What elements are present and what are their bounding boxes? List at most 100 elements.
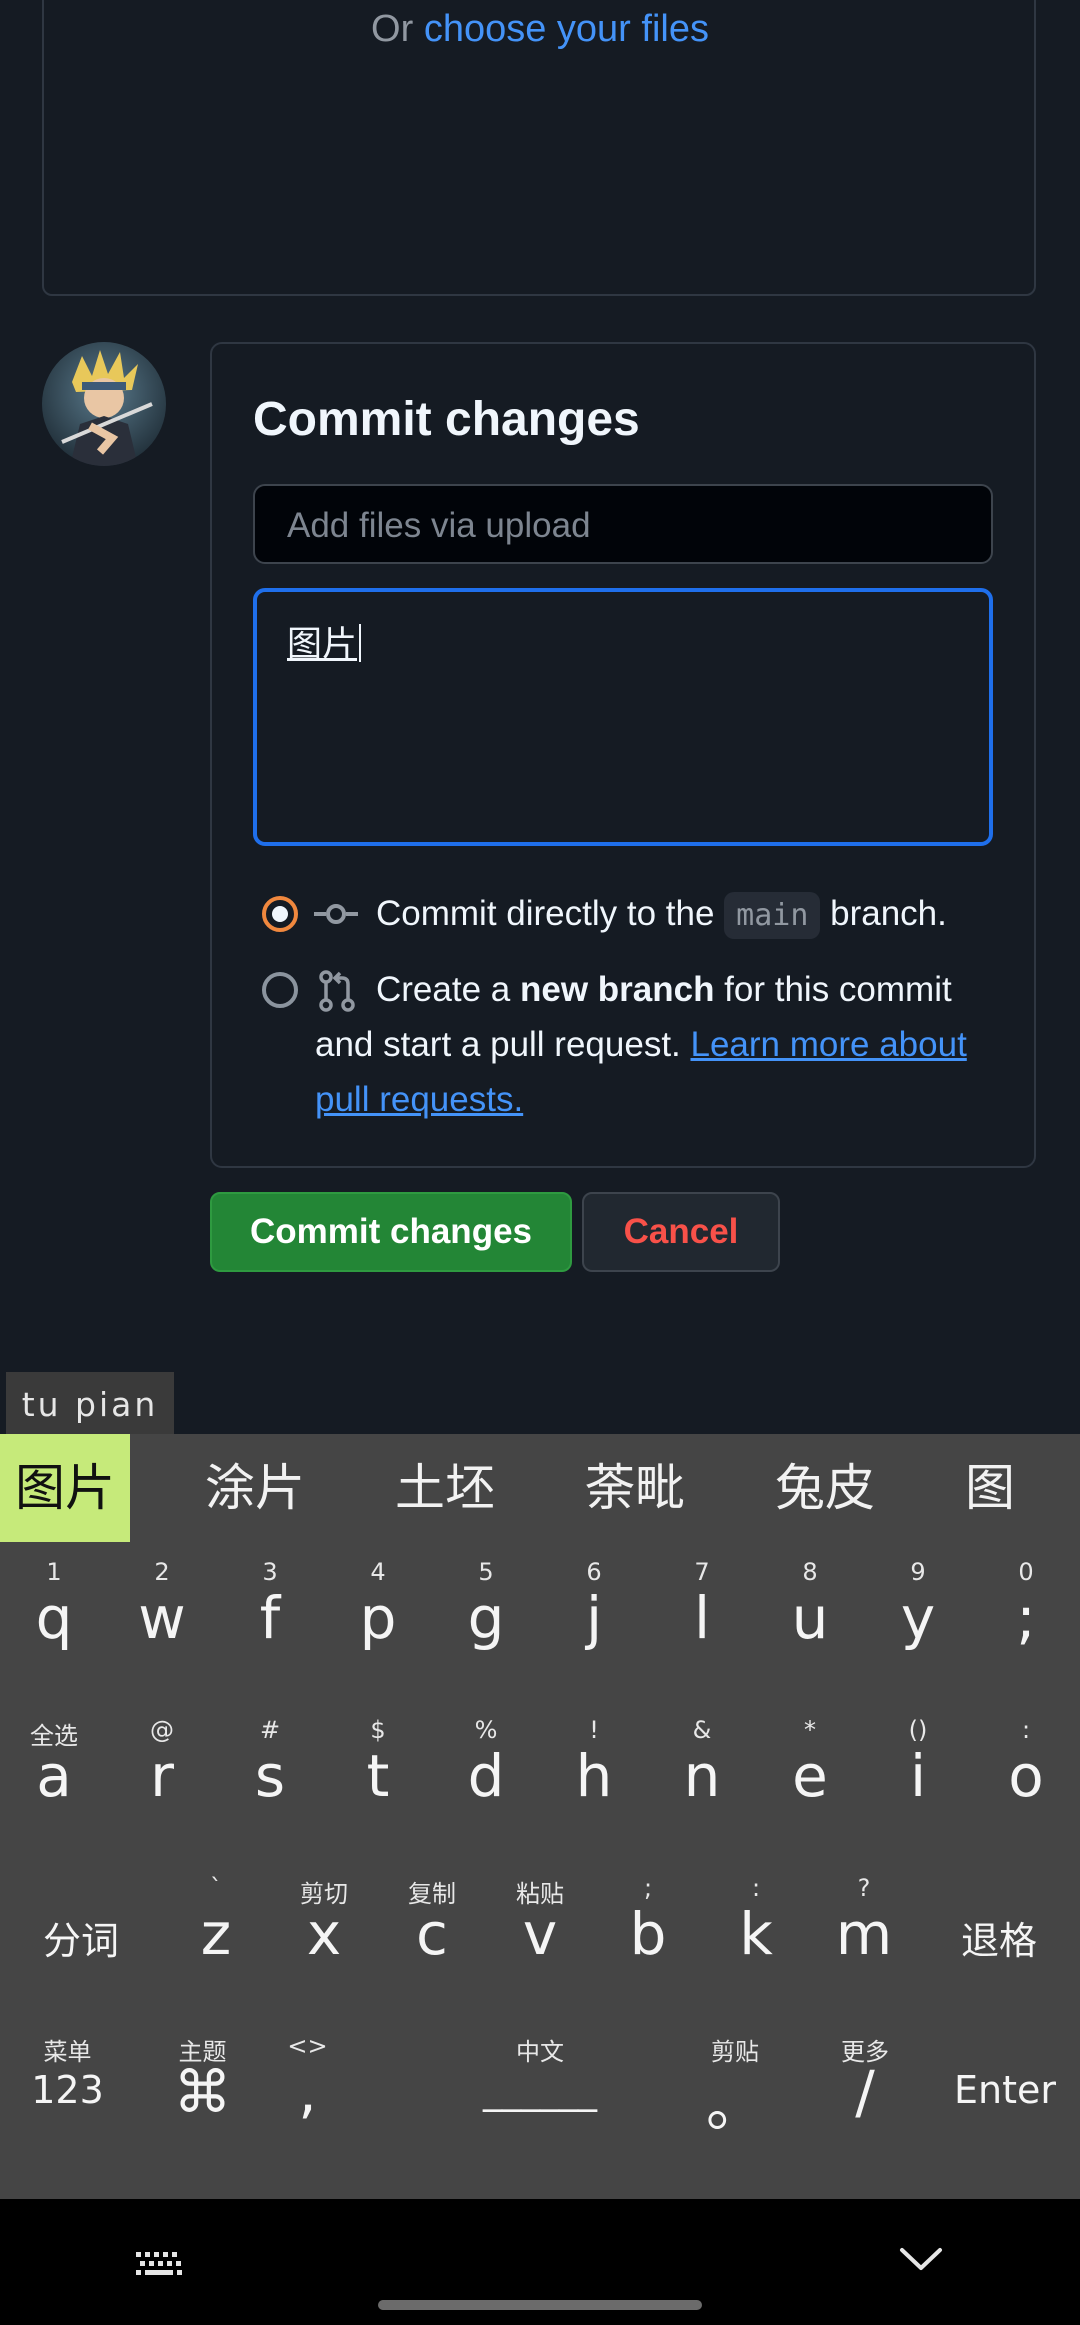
key-row2-1[interactable]: @ r [108,1708,216,1858]
key-label: t [366,1742,390,1810]
key-row2-4[interactable]: % d [432,1708,540,1858]
key-hint: % [474,1716,498,1744]
key-label: 退格 [960,1919,1037,1963]
key-row4-3[interactable]: 中文 ______ [430,2024,650,2174]
key-row3-2[interactable]: 剪切 x [270,1866,378,2016]
key-label: h [575,1742,613,1810]
candidate-1[interactable]: 涂片 [190,1434,320,1542]
commit-title: Commit changes [253,393,640,446]
choose-files-link[interactable]: choose your files [424,8,709,50]
key-row1-2[interactable]: 3f [216,1550,324,1700]
text-caret [359,624,362,662]
key-label: a [36,1742,72,1810]
key-row3-8[interactable]: 退格 [918,1866,1080,2016]
key-hint: 6 [586,1558,602,1586]
key-row3-3[interactable]: 复制 c [378,1866,486,2016]
key-row4-0[interactable]: 菜单 123 [0,2024,135,2174]
key-hint: 8 [802,1558,818,1586]
key-row1-8[interactable]: 9y [864,1550,972,1700]
key-label: o [1008,1742,1044,1810]
key-label: l [693,1584,711,1652]
candidate-5[interactable]: 图 [940,1434,1040,1542]
key-hint: : [1021,1716,1031,1744]
key-label: , [298,2058,317,2126]
key-label: ; [1016,1584,1036,1652]
key-row2-9[interactable]: :o [972,1708,1080,1858]
key-hint: 2 [154,1558,170,1586]
key-row1-9[interactable]: 0; [972,1550,1080,1700]
key-label: q [35,1584,73,1652]
key-label: p [359,1584,397,1652]
key-label: z [200,1900,232,1968]
key-hint: & [692,1716,712,1744]
candidate-4[interactable]: 兔皮 [760,1434,890,1542]
key-row4-6[interactable]: Enter [930,2024,1080,2174]
key-hint: @ [150,1716,174,1744]
key-row1-4[interactable]: 5g [432,1550,540,1700]
key-row1-7[interactable]: 8u [756,1550,864,1700]
option-commit-directly[interactable]: Commit directly to the main branch. [376,886,947,943]
key-row3-6[interactable]: :k [702,1866,810,2016]
pinyin-composition: tu pian [6,1372,174,1434]
key-row2-7[interactable]: * e [756,1708,864,1858]
key-label: e [792,1742,828,1810]
key-row1-6[interactable]: 7l [648,1550,756,1700]
key-label: v [522,1900,558,1968]
key-row3-7[interactable]: ? m [810,1866,918,2016]
avatar [42,342,166,466]
key-hint: 1 [46,1558,62,1586]
key-row2-8[interactable]: () i [864,1708,972,1858]
key-label: d [467,1742,505,1810]
key-row3-0[interactable]: 分词 [0,1866,162,2016]
key-row1-1[interactable]: 2w [108,1550,216,1700]
key-row4-5[interactable]: 更多 / [810,2024,920,2174]
key-hint: 菜单 [43,2038,92,2066]
key-hint: ` [210,1874,222,1902]
gesture-handle[interactable] [378,2300,702,2310]
key-row2-2[interactable]: # s [216,1708,324,1858]
key-label: n [683,1742,721,1810]
key-row1-0[interactable]: 1q [0,1550,108,1700]
key-label: / [855,2058,875,2126]
keyboard-switch-icon[interactable] [134,2250,184,2278]
key-hint: <> [287,2032,328,2060]
hide-keyboard-chevron-icon[interactable] [898,2244,944,2274]
option-new-branch[interactable]: Create a new branch for this commit and … [315,962,1005,1127]
key-row1-3[interactable]: 4p [324,1550,432,1700]
key-row3-1[interactable]: ` z [162,1866,270,2016]
description-text: 图片 [287,625,358,664]
key-label: s [254,1742,286,1810]
key-row2-5[interactable]: ! h [540,1708,648,1858]
key-row1-5[interactable]: 6j [540,1550,648,1700]
radio-commit-directly[interactable] [262,896,298,932]
key-hint: 9 [910,1558,926,1586]
key-row2-6[interactable]: & n [648,1708,756,1858]
key-label: x [306,1900,342,1968]
key-hint: * [804,1716,816,1744]
key-row4-4[interactable]: 剪贴。 [680,2024,790,2174]
key-label: f [259,1584,281,1652]
commit-changes-button[interactable]: Commit changes [210,1192,572,1272]
commit-summary-input[interactable]: Add files via upload [253,484,993,564]
or-label: Or [371,8,424,50]
key-row2-3[interactable]: $ t [324,1708,432,1858]
key-label: w [138,1584,186,1652]
cancel-button[interactable]: Cancel [582,1192,780,1272]
candidate-2[interactable]: 土坯 [380,1434,510,1542]
radio-new-branch[interactable] [262,972,298,1008]
key-row3-5[interactable]: ; b [594,1866,702,2016]
commit-description-textarea[interactable]: 图片 [253,588,993,846]
key-row3-4[interactable]: 粘贴 v [486,1866,594,2016]
key-hint: ? [857,1874,871,1902]
key-label: i [909,1742,927,1810]
candidate-3[interactable]: 荼毗 [570,1434,700,1542]
key-label: k [739,1900,773,1968]
key-row2-0[interactable]: 全选 a [0,1708,108,1858]
key-hint: # [259,1716,281,1744]
git-commit-icon [314,904,358,924]
key-label: r [150,1742,174,1810]
key-row4-2[interactable]: <>, [250,2024,365,2174]
key-hint: 7 [694,1558,710,1586]
key-hint: 4 [370,1558,386,1586]
candidate-0[interactable]: 图片 [0,1434,130,1542]
